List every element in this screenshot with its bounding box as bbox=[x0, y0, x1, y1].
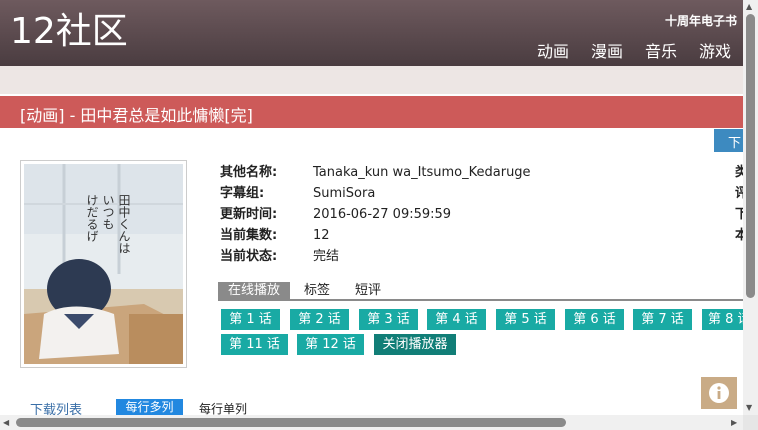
nav-item-games[interactable]: 游戏 bbox=[699, 38, 731, 62]
episode-button[interactable]: 第 4 话 bbox=[427, 309, 486, 330]
close-player-button[interactable]: 关闭播放器 bbox=[374, 334, 456, 355]
horizontal-scroll-thumb[interactable] bbox=[16, 418, 566, 427]
info-label: 字幕组: bbox=[220, 186, 265, 201]
episode-button[interactable]: 第 5 话 bbox=[496, 309, 555, 330]
sub-header-band bbox=[0, 66, 743, 94]
cover-art-text-2: いつも bbox=[101, 194, 115, 230]
info-label: 更新时间: bbox=[220, 207, 278, 222]
info-value: 12 bbox=[313, 228, 330, 243]
episode-button[interactable]: 第 6 话 bbox=[565, 309, 624, 330]
scrollbar-corner bbox=[743, 415, 758, 430]
episode-button[interactable]: 第 2 话 bbox=[290, 309, 349, 330]
scroll-up-arrow-icon[interactable]: ▲ bbox=[746, 2, 752, 12]
cover-image: 田中くんは いつも けだるげ bbox=[20, 160, 187, 368]
info-label: 当前集数: bbox=[220, 228, 278, 243]
multi-column-toggle[interactable]: 每行多列 bbox=[116, 399, 183, 416]
episode-button[interactable]: 第 11 话 bbox=[221, 334, 288, 355]
main-nav: 动画 漫画 音乐 游戏 bbox=[537, 38, 731, 62]
tab-tags[interactable]: 标签 bbox=[304, 282, 330, 301]
info-value: SumiSora bbox=[313, 186, 376, 201]
episode-button[interactable]: 第 12 话 bbox=[297, 334, 364, 355]
info-label: 其他名称: bbox=[220, 165, 278, 180]
scroll-right-arrow-icon[interactable]: ▶ bbox=[731, 418, 737, 428]
tab-online-play[interactable]: 在线播放 bbox=[218, 282, 290, 301]
vertical-scrollbar[interactable]: ▲ ▼ bbox=[743, 0, 758, 415]
nav-item-anime[interactable]: 动画 bbox=[537, 38, 569, 62]
episode-button[interactable]: 第 1 话 bbox=[221, 309, 280, 330]
page-title: [动画] - 田中君总是如此慵懒[完] bbox=[20, 106, 253, 125]
scroll-left-arrow-icon[interactable]: ◀ bbox=[3, 418, 9, 428]
info-value: Tanaka_kun wa_Itsumo_Kedaruge bbox=[313, 165, 531, 180]
info-icon bbox=[709, 383, 729, 403]
info-value: 2016-06-27 09:59:59 bbox=[313, 207, 452, 222]
title-bar: [动画] - 田中君总是如此慵懒[完] bbox=[0, 96, 743, 128]
download-tab[interactable]: 下 bbox=[714, 129, 744, 152]
episode-button[interactable]: 第 7 话 bbox=[633, 309, 692, 330]
promo-link[interactable]: 十周年电子书 bbox=[665, 12, 737, 29]
scroll-down-arrow-icon[interactable]: ▼ bbox=[746, 403, 752, 413]
info-label: 当前状态: bbox=[220, 249, 278, 264]
nav-item-manga[interactable]: 漫画 bbox=[591, 38, 623, 62]
episode-button[interactable]: 第 3 话 bbox=[359, 309, 418, 330]
info-button[interactable] bbox=[701, 377, 737, 409]
vertical-scroll-thumb[interactable] bbox=[746, 14, 755, 298]
info-row-subgroup: 字幕组: SumiSora bbox=[220, 185, 531, 206]
info-value: 完结 bbox=[313, 249, 340, 264]
site-header: 12社区 十周年电子书 动画 漫画 音乐 游戏 bbox=[0, 0, 743, 66]
info-panel: 其他名称: Tanaka_kun wa_Itsumo_Kedaruge 字幕组:… bbox=[220, 164, 531, 269]
site-logo[interactable]: 12社区 bbox=[10, 12, 128, 52]
horizontal-scrollbar[interactable]: ◀ ▶ bbox=[0, 415, 743, 430]
info-row-status: 当前状态: 完结 bbox=[220, 248, 531, 269]
info-row-updated: 更新时间: 2016-06-27 09:59:59 bbox=[220, 206, 531, 227]
cover-art: 田中くんは いつも けだるげ bbox=[24, 164, 183, 364]
info-row-episodes: 当前集数: 12 bbox=[220, 227, 531, 248]
tab-short-reviews[interactable]: 短评 bbox=[355, 282, 381, 301]
info-row-alias: 其他名称: Tanaka_kun wa_Itsumo_Kedaruge bbox=[220, 164, 531, 185]
detail-tabs: 在线播放 标签 短评 bbox=[218, 282, 743, 301]
cover-art-text-1: 田中くんは bbox=[117, 194, 131, 254]
episode-button[interactable]: 第 8 话 bbox=[702, 309, 743, 330]
nav-item-music[interactable]: 音乐 bbox=[645, 38, 677, 62]
cover-art-text-3: けだるげ bbox=[85, 194, 99, 242]
